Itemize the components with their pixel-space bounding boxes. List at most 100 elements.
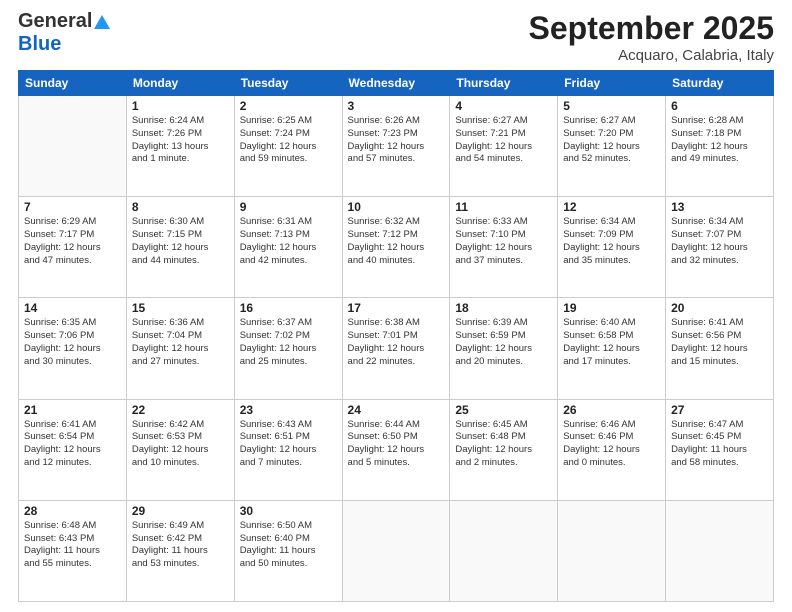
header-thursday: Thursday xyxy=(450,71,558,96)
day-number: 25 xyxy=(455,403,552,417)
day-info: Sunrise: 6:28 AMSunset: 7:18 PMDaylight:… xyxy=(671,115,768,166)
day-number: 16 xyxy=(240,301,337,315)
day-number: 5 xyxy=(563,99,660,113)
calendar-week-row: 21 Sunrise: 6:41 AMSunset: 6:54 PMDayligh… xyxy=(19,399,774,500)
table-row: 24 Sunrise: 6:44 AMSunset: 6:50 PMDayligh… xyxy=(342,399,450,500)
calendar-week-row: 7 Sunrise: 6:29 AMSunset: 7:17 PMDaylight… xyxy=(19,197,774,298)
table-row xyxy=(666,500,774,601)
day-info: Sunrise: 6:48 AMSunset: 6:43 PMDaylight:… xyxy=(24,520,121,571)
table-row: 29Sunrise: 6:49 AMSunset: 6:42 PMDayligh… xyxy=(126,500,234,601)
table-row xyxy=(342,500,450,601)
page: General Blue September 2025 Acquaro, Cal… xyxy=(0,0,792,612)
logo-blue-text: Blue xyxy=(18,33,61,56)
table-row: 12Sunrise: 6:34 AMSunset: 7:09 PMDayligh… xyxy=(558,197,666,298)
day-info: Sunrise: 6:46 AMSunset: 6:46 PMDaylight:… xyxy=(563,419,660,470)
day-number: 9 xyxy=(240,200,337,214)
day-info: Sunrise: 6:31 AMSunset: 7:13 PMDaylight:… xyxy=(240,216,337,267)
table-row: 20 Sunrise: 6:41 AMSunset: 6:56 PMDayligh… xyxy=(666,298,774,399)
table-row: 2Sunrise: 6:25 AMSunset: 7:24 PMDaylight… xyxy=(234,96,342,197)
logo-triangle-icon xyxy=(93,13,111,31)
day-number: 23 xyxy=(240,403,337,417)
header-saturday: Saturday xyxy=(666,71,774,96)
table-row: 6 Sunrise: 6:28 AMSunset: 7:18 PMDaylight… xyxy=(666,96,774,197)
table-row xyxy=(19,96,127,197)
day-number: 28 xyxy=(24,504,121,518)
header: General Blue September 2025 Acquaro, Cal… xyxy=(18,10,774,64)
day-number: 13 xyxy=(671,200,768,214)
day-info: Sunrise: 6:27 AMSunset: 7:21 PMDaylight:… xyxy=(455,115,552,166)
day-info: Sunrise: 6:34 AMSunset: 7:07 PMDaylight:… xyxy=(671,216,768,267)
day-info: Sunrise: 6:44 AMSunset: 6:50 PMDaylight:… xyxy=(348,419,445,470)
day-number: 11 xyxy=(455,200,552,214)
calendar-table: Sunday Monday Tuesday Wednesday Thursday… xyxy=(18,70,774,602)
day-number: 14 xyxy=(24,301,121,315)
logo: General Blue xyxy=(18,10,111,56)
day-number: 27 xyxy=(671,403,768,417)
day-number: 3 xyxy=(348,99,445,113)
day-info: Sunrise: 6:41 AMSunset: 6:56 PMDaylight:… xyxy=(671,317,768,368)
calendar-location: Acquaro, Calabria, Italy xyxy=(529,47,774,64)
table-row: 27 Sunrise: 6:47 AMSunset: 6:45 PMDayligh… xyxy=(666,399,774,500)
table-row: 21 Sunrise: 6:41 AMSunset: 6:54 PMDayligh… xyxy=(19,399,127,500)
table-row: 16 Sunrise: 6:37 AMSunset: 7:02 PMDayligh… xyxy=(234,298,342,399)
day-number: 12 xyxy=(563,200,660,214)
day-info: Sunrise: 6:25 AMSunset: 7:24 PMDaylight:… xyxy=(240,115,337,166)
day-info: Sunrise: 6:42 AMSunset: 6:53 PMDaylight:… xyxy=(132,419,229,470)
day-number: 20 xyxy=(671,301,768,315)
header-monday: Monday xyxy=(126,71,234,96)
day-number: 18 xyxy=(455,301,552,315)
calendar-week-row: 1Sunrise: 6:24 AMSunset: 7:26 PMDaylight… xyxy=(19,96,774,197)
table-row: 11 Sunrise: 6:33 AMSunset: 7:10 PMDayligh… xyxy=(450,197,558,298)
day-number: 19 xyxy=(563,301,660,315)
day-number: 26 xyxy=(563,403,660,417)
table-row: 14Sunrise: 6:35 AMSunset: 7:06 PMDayligh… xyxy=(19,298,127,399)
header-sunday: Sunday xyxy=(19,71,127,96)
calendar-week-row: 28 Sunrise: 6:48 AMSunset: 6:43 PMDayligh… xyxy=(19,500,774,601)
day-number: 22 xyxy=(132,403,229,417)
table-row: 23 Sunrise: 6:43 AMSunset: 6:51 PMDayligh… xyxy=(234,399,342,500)
day-number: 24 xyxy=(348,403,445,417)
logo-general-text: General xyxy=(18,10,92,33)
day-info: Sunrise: 6:49 AMSunset: 6:42 PMDaylight:… xyxy=(132,520,229,571)
header-wednesday: Wednesday xyxy=(342,71,450,96)
day-info: Sunrise: 6:33 AMSunset: 7:10 PMDaylight:… xyxy=(455,216,552,267)
table-row: 3Sunrise: 6:26 AMSunset: 7:23 PMDaylight… xyxy=(342,96,450,197)
day-number: 7 xyxy=(24,200,121,214)
table-row: 22 Sunrise: 6:42 AMSunset: 6:53 PMDayligh… xyxy=(126,399,234,500)
table-row xyxy=(558,500,666,601)
day-number: 17 xyxy=(348,301,445,315)
day-number: 30 xyxy=(240,504,337,518)
day-number: 8 xyxy=(132,200,229,214)
day-number: 10 xyxy=(348,200,445,214)
day-info: Sunrise: 6:45 AMSunset: 6:48 PMDaylight:… xyxy=(455,419,552,470)
table-row: 10 Sunrise: 6:32 AMSunset: 7:12 PMDayligh… xyxy=(342,197,450,298)
day-info: Sunrise: 6:32 AMSunset: 7:12 PMDaylight:… xyxy=(348,216,445,267)
table-row: 1Sunrise: 6:24 AMSunset: 7:26 PMDaylight… xyxy=(126,96,234,197)
day-info: Sunrise: 6:30 AMSunset: 7:15 PMDaylight:… xyxy=(132,216,229,267)
table-row: 17 Sunrise: 6:38 AMSunset: 7:01 PMDayligh… xyxy=(342,298,450,399)
table-row: 30 Sunrise: 6:50 AMSunset: 6:40 PMDayligh… xyxy=(234,500,342,601)
day-info: Sunrise: 6:43 AMSunset: 6:51 PMDaylight:… xyxy=(240,419,337,470)
day-number: 15 xyxy=(132,301,229,315)
day-number: 4 xyxy=(455,99,552,113)
day-number: 6 xyxy=(671,99,768,113)
header-friday: Friday xyxy=(558,71,666,96)
table-row xyxy=(450,500,558,601)
table-row: 8 Sunrise: 6:30 AMSunset: 7:15 PMDaylight… xyxy=(126,197,234,298)
table-row: 15 Sunrise: 6:36 AMSunset: 7:04 PMDayligh… xyxy=(126,298,234,399)
day-info: Sunrise: 6:47 AMSunset: 6:45 PMDaylight:… xyxy=(671,419,768,470)
table-row: 18Sunrise: 6:39 AMSunset: 6:59 PMDayligh… xyxy=(450,298,558,399)
table-row: 7 Sunrise: 6:29 AMSunset: 7:17 PMDaylight… xyxy=(19,197,127,298)
day-info: Sunrise: 6:36 AMSunset: 7:04 PMDaylight:… xyxy=(132,317,229,368)
calendar-title: September 2025 xyxy=(529,10,774,47)
calendar-week-row: 14Sunrise: 6:35 AMSunset: 7:06 PMDayligh… xyxy=(19,298,774,399)
table-row: 13 Sunrise: 6:34 AMSunset: 7:07 PMDayligh… xyxy=(666,197,774,298)
day-info: Sunrise: 6:41 AMSunset: 6:54 PMDaylight:… xyxy=(24,419,121,470)
day-info: Sunrise: 6:27 AMSunset: 7:20 PMDaylight:… xyxy=(563,115,660,166)
day-info: Sunrise: 6:50 AMSunset: 6:40 PMDaylight:… xyxy=(240,520,337,571)
day-info: Sunrise: 6:29 AMSunset: 7:17 PMDaylight:… xyxy=(24,216,121,267)
table-row: 5 Sunrise: 6:27 AMSunset: 7:20 PMDaylight… xyxy=(558,96,666,197)
day-number: 21 xyxy=(24,403,121,417)
day-info: Sunrise: 6:38 AMSunset: 7:01 PMDaylight:… xyxy=(348,317,445,368)
day-info: Sunrise: 6:37 AMSunset: 7:02 PMDaylight:… xyxy=(240,317,337,368)
